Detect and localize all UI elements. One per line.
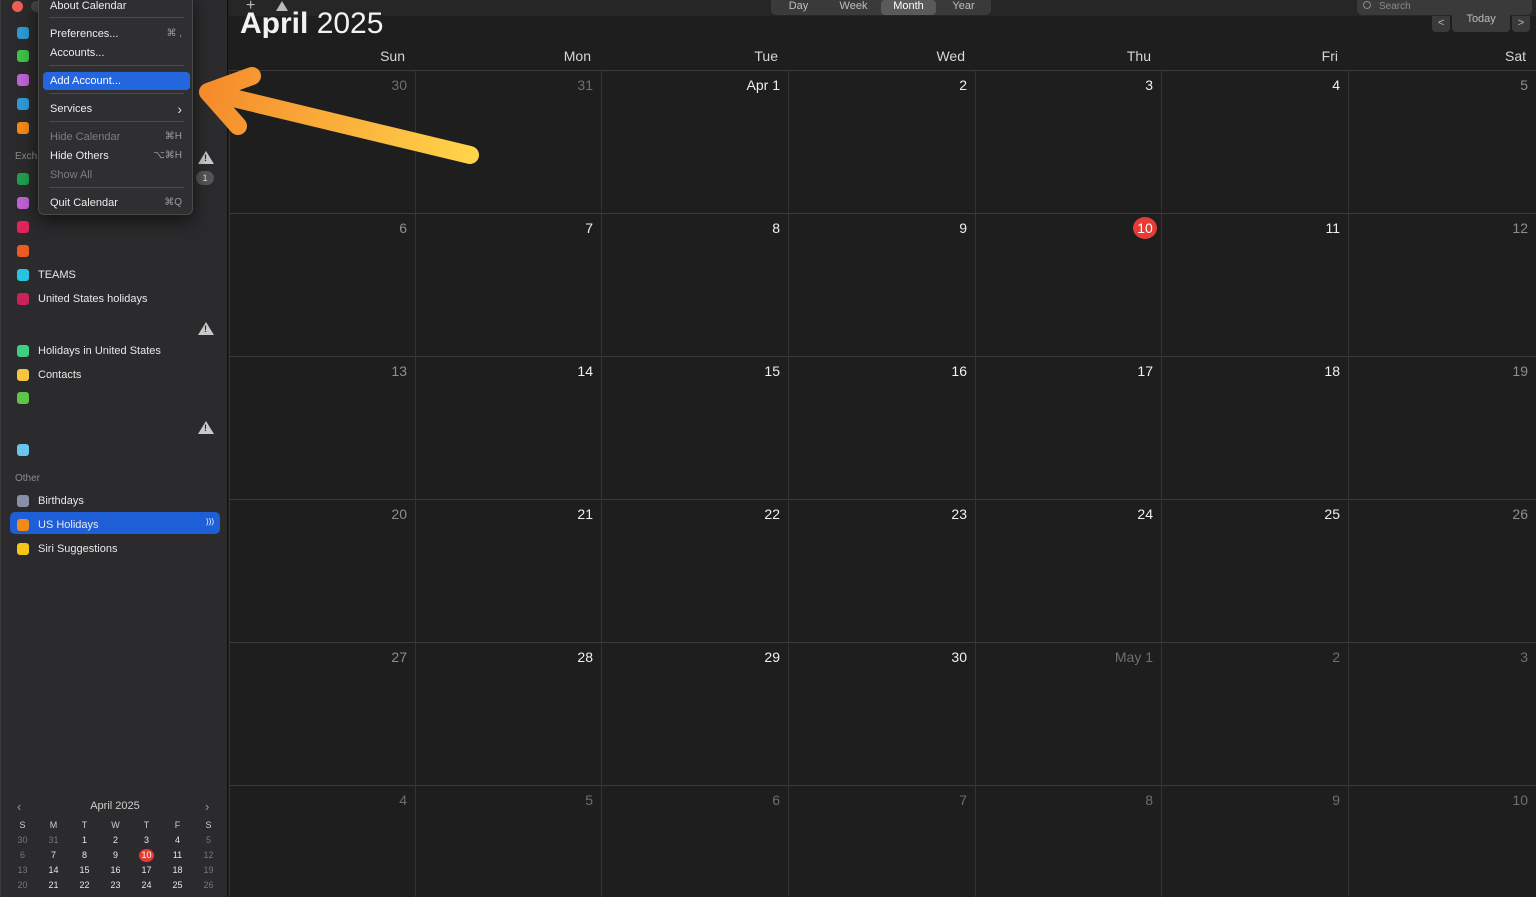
annotation-arrow (199, 67, 479, 164)
arrow-shape (199, 67, 479, 164)
